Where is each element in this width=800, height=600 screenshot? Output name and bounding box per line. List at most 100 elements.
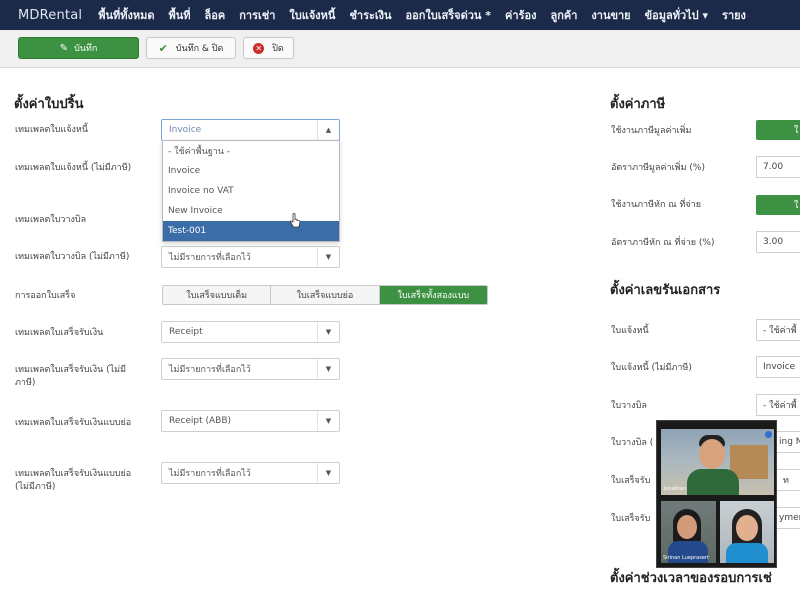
- dropdown-option[interactable]: - ใช้ค่าพื้นฐาน -: [163, 141, 339, 161]
- toolbar: ✎ บันทึก ✔ บันทึก & ปิด ✕ ปิด: [0, 30, 800, 68]
- receipt-novat-template-value: ไม่มีรายการที่เลือกไว้: [169, 365, 251, 375]
- print-settings-heading: ตั้งค่าใบปริ้น: [14, 97, 84, 112]
- billing-numbering-value: - ใช้ค่าพื้: [763, 401, 797, 411]
- vat-rate-value: 7.00: [763, 162, 784, 172]
- rental-period-heading: ตั้งค่าช่วงเวลาของรอบการเช่: [610, 571, 772, 586]
- nav-invoice[interactable]: ใบแจ้งหนี้: [289, 6, 335, 24]
- close-icon: ✕: [253, 42, 265, 54]
- receipt-template-value: Receipt: [169, 327, 203, 337]
- receipt-template-label: เทมเพลตใบเสร็จรับเงิน: [15, 328, 104, 338]
- dropdown-option[interactable]: Invoice: [163, 161, 339, 181]
- participant-caption: Jonathan: [664, 486, 687, 492]
- hand-cursor-icon: [289, 213, 301, 228]
- participant-body: [726, 543, 768, 563]
- billing-novat-numbering-label: ใบวางบิล (: [611, 438, 654, 448]
- chevron-down-icon: ▼: [317, 247, 339, 267]
- vat-rate-input[interactable]: 7.00: [756, 156, 800, 178]
- wht-rate-value: 3.00: [763, 237, 784, 247]
- nav-payment[interactable]: ชำระเงิน: [349, 6, 391, 24]
- chevron-up-icon: ▲: [317, 120, 339, 140]
- receipt-novat-numbering-value: ymen: [779, 513, 800, 523]
- nav-reports[interactable]: รายง: [722, 6, 746, 24]
- participant-face: [736, 515, 758, 541]
- participant-face: [699, 439, 725, 469]
- receipt-novat-numbering-label: ใบเสร็จรับ: [611, 514, 651, 524]
- nav-sales[interactable]: งานขาย: [591, 6, 630, 24]
- billing-novat-template-value: ไม่มีรายการที่เลือกไว้: [169, 253, 251, 263]
- wht-enabled-label: ใช้งานภาษีหัก ณ ที่จ่าย: [611, 200, 702, 210]
- save-icon: ✎: [59, 42, 69, 54]
- dropdown-option[interactable]: Invoice no VAT: [163, 181, 339, 201]
- check-icon: ✔: [158, 41, 168, 55]
- vat-enabled-label: ใช้งานภาษีมูลค่าเพิ่ม: [611, 126, 692, 136]
- participant-body: [687, 469, 739, 495]
- dropdown-option-selected[interactable]: Test-001: [163, 221, 339, 241]
- chevron-down-icon: ▼: [317, 463, 339, 483]
- abb-receipt-novat-template-value: ไม่มีรายการที่เลือกไว้: [169, 469, 251, 479]
- participant-caption: Sirinan Lueprasert: [663, 555, 709, 561]
- close-label: ปิด: [272, 44, 284, 54]
- nav-all-areas[interactable]: พื้นที่ทั้งหมด: [98, 6, 154, 24]
- nav-areas[interactable]: พื้นที่: [169, 6, 191, 24]
- receipt-mode-short[interactable]: ใบเสร็จแบบย่อ: [271, 286, 380, 304]
- receipt-numbering-label: ใบเสร็จรับ: [611, 476, 651, 486]
- wht-enabled-toggle[interactable]: ใ: [756, 195, 800, 215]
- billing-template-label: เทมเพลตใบวางบิล: [15, 215, 87, 225]
- dropdown-option[interactable]: New Invoice: [163, 201, 339, 221]
- save-and-close-button[interactable]: ✔ บันทึก & ปิด: [146, 37, 236, 59]
- invoice-novat-numbering-label: ใบแจ้งหนี้ (ไม่มีภาษี): [611, 363, 692, 373]
- receipt-novat-template-select[interactable]: ไม่มีรายการที่เลือกไว้ ▼: [161, 358, 340, 380]
- invoice-novat-numbering-value: Invoice: [763, 362, 796, 372]
- invoice-template-dropdown: - ใช้ค่าพื้นฐาน - Invoice Invoice no VAT…: [162, 140, 340, 242]
- receipt-novat-template-label: เทมเพลตใบเสร็จรับเงิน (ไม่มีภาษี): [15, 365, 127, 388]
- receipt-mode-toggle: ใบเสร็จแบบเต็ม ใบเสร็จแบบย่อ ใบเสร็จทั้ง…: [162, 285, 488, 305]
- speaking-indicator-icon: [765, 431, 772, 438]
- billing-novat-template-select[interactable]: ไม่มีรายการที่เลือกไว้ ▼: [161, 246, 340, 268]
- receipt-mode-full[interactable]: ใบเสร็จแบบเต็ม: [163, 286, 272, 304]
- vat-enabled-toggle[interactable]: ใ: [756, 120, 800, 140]
- video-call-overlay[interactable]: Jonathan Sirinan Lueprasert: [656, 420, 777, 568]
- participant-video-tile[interactable]: [720, 501, 774, 563]
- nav-quick-receipt[interactable]: ออกใบเสร็จด่วน *: [406, 6, 491, 24]
- receipt-numbering-value: ท: [783, 476, 789, 486]
- nav-requests[interactable]: ค่าร้อง: [505, 6, 536, 24]
- billing-numbering-label: ใบวางบิล: [611, 401, 647, 411]
- invoice-template-select[interactable]: Invoice ▲: [161, 119, 340, 141]
- nav-general[interactable]: ข้อมูลทั่วไป ▾: [645, 6, 708, 24]
- invoice-numbering-label: ใบแจ้งหนี้: [611, 326, 649, 336]
- billing-novat-numbering-value: ing N: [779, 437, 800, 447]
- invoice-numbering-select[interactable]: - ใช้ค่าพื้: [756, 319, 800, 341]
- brand-logo[interactable]: MDRental: [18, 8, 82, 23]
- abb-receipt-template-select[interactable]: Receipt (ABB) ▼: [161, 410, 340, 432]
- vat-enabled-value: ใ: [794, 126, 799, 136]
- wht-enabled-value: ใ: [794, 201, 799, 211]
- vat-rate-label: อัตราภาษีมูลค่าเพิ่ม (%): [611, 163, 705, 173]
- abb-receipt-template-value: Receipt (ABB): [169, 416, 232, 426]
- chevron-down-icon: ▼: [317, 411, 339, 431]
- nav-customers[interactable]: ลูกค้า: [550, 6, 577, 24]
- doc-numbering-heading: ตั้งค่าเลขรันเอกสาร: [610, 283, 721, 298]
- save-button[interactable]: ✎ บันทึก: [18, 37, 139, 59]
- invoice-novat-numbering-select[interactable]: Invoice: [756, 356, 800, 378]
- receipt-mode-both[interactable]: ใบเสร็จทั้งสองแบบ: [379, 286, 487, 304]
- wht-rate-input[interactable]: 3.00: [756, 231, 800, 253]
- nav-lock[interactable]: ล็อค: [205, 6, 226, 24]
- nav-rental[interactable]: การเช่า: [239, 6, 275, 24]
- receipt-template-select[interactable]: Receipt ▼: [161, 321, 340, 343]
- tax-settings-heading: ตั้งค่าภาษี: [610, 97, 666, 112]
- participant-video-tile[interactable]: Jonathan: [661, 429, 774, 495]
- top-navbar: MDRental พื้นที่ทั้งหมด พื้นที่ ล็อค การ…: [0, 0, 800, 30]
- participant-video-tile[interactable]: Sirinan Lueprasert: [661, 501, 716, 563]
- abb-receipt-novat-template-select[interactable]: ไม่มีรายการที่เลือกไว้ ▼: [161, 462, 340, 484]
- chevron-down-icon: ▼: [317, 322, 339, 342]
- chevron-down-icon: ▼: [317, 359, 339, 379]
- save-label: บันทึก: [74, 44, 98, 54]
- billing-numbering-select[interactable]: - ใช้ค่าพื้: [756, 394, 800, 416]
- invoice-template-label: เทมเพลตใบแจ้งหนี้: [15, 125, 88, 135]
- abb-receipt-novat-template-label: เทมเพลตใบเสร็จรับเงินแบบย่อ (ไม่มีภาษี): [15, 469, 132, 492]
- close-button[interactable]: ✕ ปิด: [243, 37, 294, 59]
- billing-novat-template-label: เทมเพลตใบวางบิล (ไม่มีภาษี): [15, 252, 130, 262]
- invoice-novat-template-label: เทมเพลตใบแจ้งหนี้ (ไม่มีภาษี): [15, 163, 132, 173]
- wht-rate-label: อัตราภาษีหัก ณ ที่จ่าย (%): [611, 238, 715, 248]
- invoice-numbering-value: - ใช้ค่าพื้: [763, 326, 797, 336]
